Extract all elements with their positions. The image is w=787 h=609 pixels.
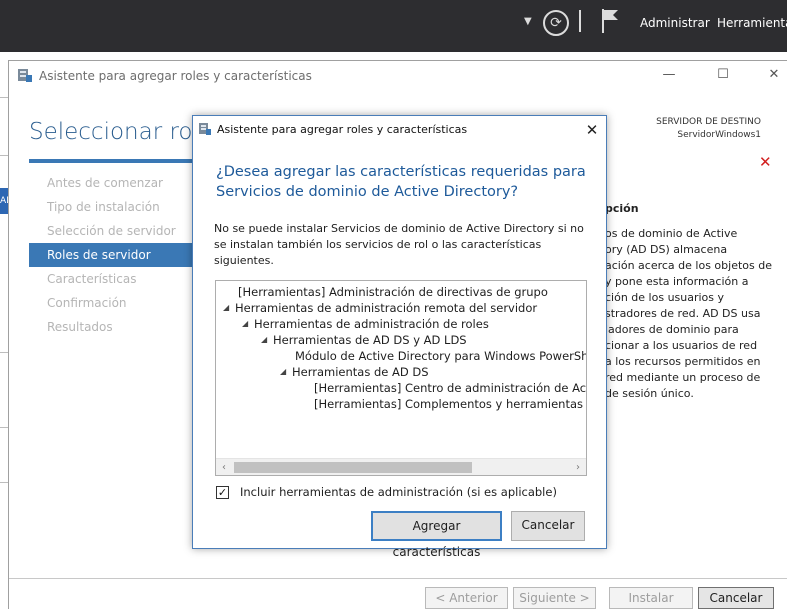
close-icon[interactable]: ✕ (762, 65, 786, 85)
dialog-cancel-button[interactable]: Cancelar (511, 511, 585, 541)
destination-server-label: SERVIDOR DE DESTINO (656, 117, 761, 127)
scroll-left-icon[interactable]: ‹ (216, 459, 232, 475)
nav-confirmation[interactable]: Confirmación (29, 291, 193, 315)
tree-item[interactable]: ◢ Herramientas de administración remota d… (223, 300, 537, 316)
server-manager-app-icon (18, 69, 32, 82)
description-heading: pción (605, 202, 639, 215)
description-line: ladores de dominio para (605, 323, 739, 336)
tree-item[interactable]: ◢ Herramientas de AD DS (280, 364, 429, 380)
window-title: Asistente para agregar roles y caracterí… (39, 69, 312, 83)
description-line: a los recursos permitidos en (605, 355, 761, 368)
server-manager-topbar: ▼ ⟳ Administrar Herramientas (0, 0, 787, 52)
left-edge-line (0, 427, 8, 428)
expanded-arrow-icon[interactable]: ◢ (223, 300, 235, 316)
description-line: os de dominio de Active (605, 227, 738, 240)
horizontal-scrollbar[interactable]: ‹ › (216, 458, 586, 475)
description-line: stradores de red. AD DS usa (605, 307, 761, 320)
tree-item[interactable]: [Herramientas] Centro de administración … (314, 380, 586, 396)
heading-underline (29, 159, 199, 163)
cancel-button[interactable]: Cancelar (698, 587, 774, 609)
dialog-body-line: se instalan también los servicios de rol… (214, 238, 542, 251)
tree-item[interactable]: ◢ Herramientas de AD DS y AD LDS (261, 332, 467, 348)
menu-manage[interactable]: Administrar (640, 16, 710, 30)
expanded-arrow-icon[interactable]: ◢ (280, 364, 292, 380)
dialog-body-line: siguientes. (214, 254, 274, 267)
tree-item[interactable]: [Herramientas] Complementos y herramient… (314, 396, 586, 412)
tree-item[interactable]: Módulo de Active Directory para Windows … (295, 348, 586, 364)
dialog-close-icon[interactable]: ✕ (581, 119, 603, 141)
left-edge-line (0, 482, 8, 483)
nav-before-you-begin[interactable]: Antes de comenzar (29, 171, 193, 195)
required-features-tree[interactable]: [Herramientas] Administración de directi… (215, 280, 587, 476)
required-features-dialog: Asistente para agregar roles y caracterí… (192, 115, 607, 559)
notification-flag-icon[interactable] (600, 8, 620, 34)
next-button[interactable]: Siguiente > (513, 587, 596, 609)
dialog-question-line2: Servicios de dominio de Active Directory… (216, 184, 519, 200)
expanded-arrow-icon[interactable]: ◢ (261, 332, 273, 348)
description-line: ción de los usuarios y (605, 291, 725, 304)
tree-item[interactable]: ◢ Herramientas de administración de roles (242, 316, 489, 332)
description-line: red mediante un proceso de (605, 371, 761, 384)
nav-server-roles[interactable]: Roles de servidor (29, 243, 193, 267)
left-strip-tile: AD (0, 188, 8, 214)
add-features-button[interactable]: Agregar características (371, 511, 502, 559)
include-tools-label[interactable]: Incluir herramientas de administración (… (240, 485, 557, 499)
dialog-body-line: No se puede instalar Servicios de domini… (214, 222, 584, 235)
minimize-icon[interactable]: — (657, 65, 681, 85)
error-x-icon: ✕ (759, 153, 772, 171)
footer-divider (9, 578, 787, 579)
tree-item[interactable]: [Herramientas] Administración de directi… (238, 284, 548, 300)
nav-features[interactable]: Características (29, 267, 193, 291)
left-edge-line (0, 97, 8, 98)
scroll-right-icon[interactable]: › (570, 459, 586, 475)
dialog-question-line1: ¿Desea agregar las características reque… (216, 164, 586, 180)
description-line: ación acerca de los objetos de (605, 259, 772, 272)
dropdown-caret-icon[interactable]: ▼ (524, 16, 532, 27)
description-line: cionar a los usuarios de red (605, 339, 758, 352)
toolbar-separator (579, 10, 581, 32)
left-edge-line (0, 155, 8, 156)
nav-server-selection[interactable]: Selección de servidor (29, 219, 193, 243)
nav-installation-type[interactable]: Tipo de instalación (29, 195, 193, 219)
destination-server-name: ServidorWindows1 (677, 130, 761, 140)
nav-results[interactable]: Resultados (29, 315, 193, 339)
description-line: y pone esta información a (605, 275, 749, 288)
refresh-icon[interactable]: ⟳ (543, 10, 569, 36)
install-button[interactable]: Instalar (609, 587, 693, 609)
scrollbar-thumb[interactable] (234, 462, 472, 473)
wizard-app-icon (199, 123, 211, 135)
maximize-icon[interactable]: ☐ (711, 65, 735, 85)
description-line: de sesión único. (605, 387, 694, 400)
include-tools-checkbox[interactable]: ✓ (216, 486, 229, 499)
left-edge-line (0, 352, 8, 353)
expanded-arrow-icon[interactable]: ◢ (242, 316, 254, 332)
menu-tools[interactable]: Herramientas (717, 16, 787, 30)
dialog-title: Asistente para agregar roles y caracterí… (217, 123, 468, 136)
description-line: ory (AD DS) almacena (605, 243, 728, 256)
previous-button[interactable]: < Anterior (425, 587, 508, 609)
